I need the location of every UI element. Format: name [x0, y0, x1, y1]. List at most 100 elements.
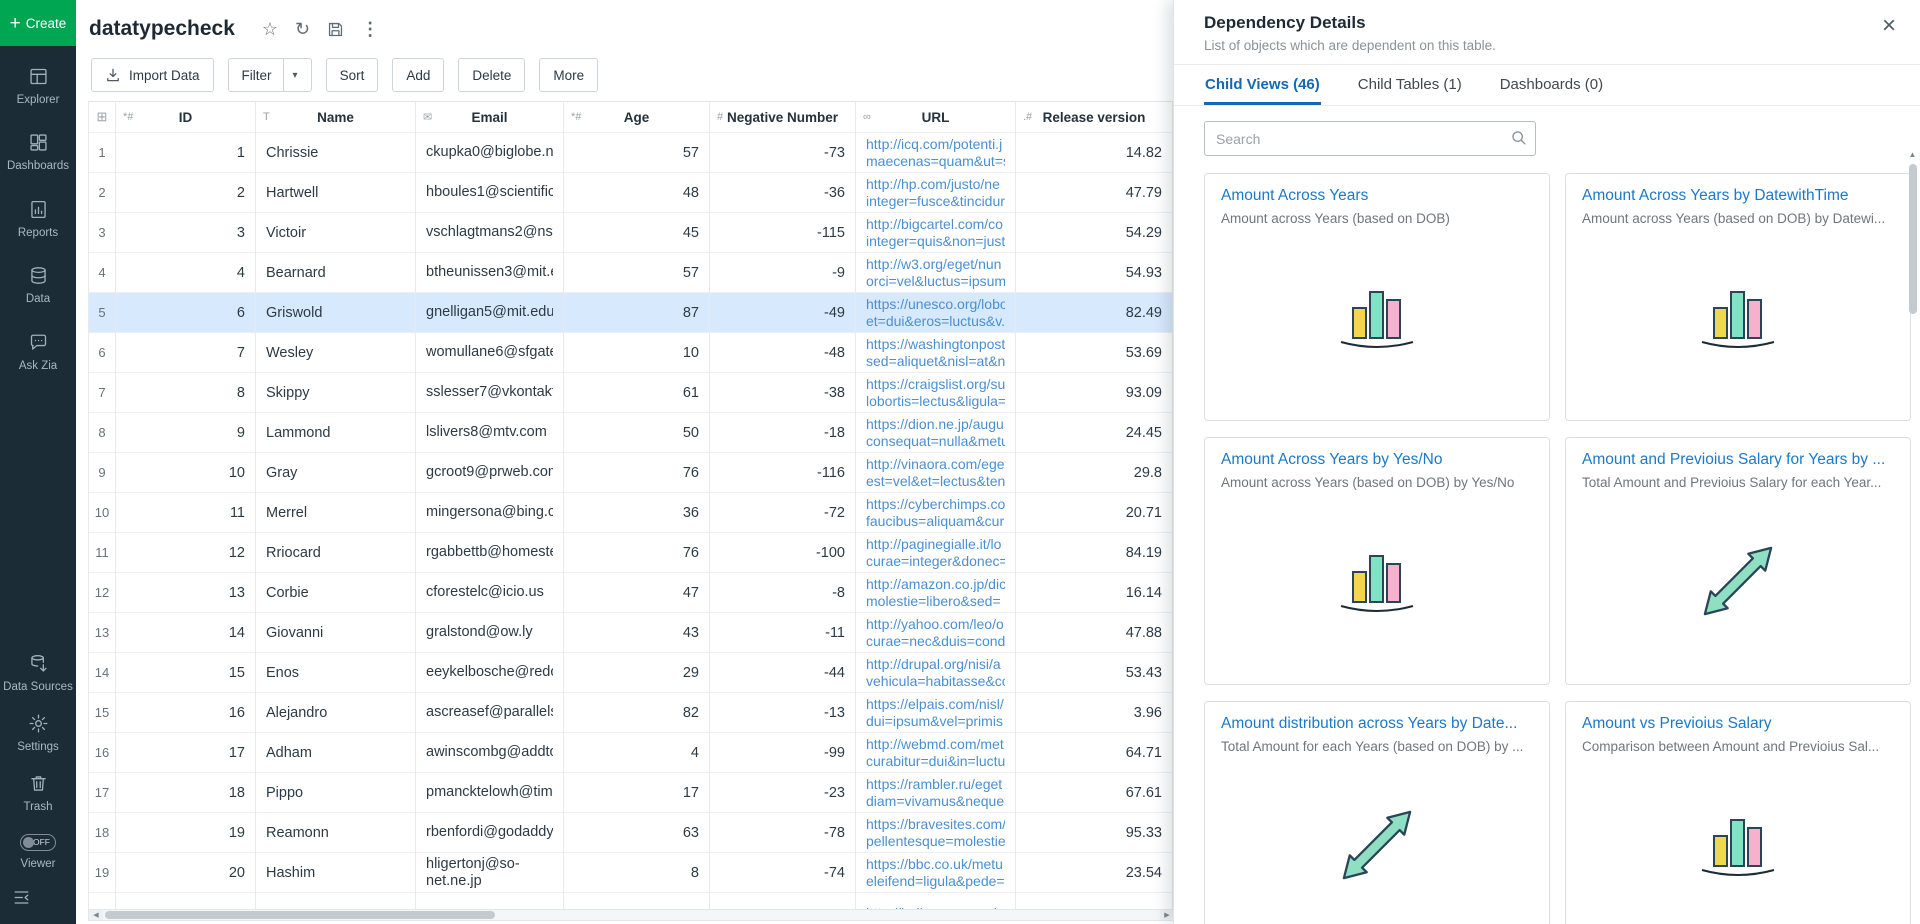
panel-scrollbar-thumb[interactable] — [1909, 164, 1917, 314]
scroll-left-arrow[interactable]: ◀ — [89, 910, 103, 920]
cell-name[interactable]: Wesley — [256, 333, 416, 373]
cell-release-version[interactable]: 67.61 — [1016, 773, 1173, 813]
cell-url[interactable]: https://elpais.com/nisl/dui=ipsum&vel=pr… — [856, 693, 1016, 733]
table-row[interactable]: 1819Reamonnrbenfordi@godaddy.co63-78http… — [88, 813, 1173, 853]
cell-age[interactable]: 47 — [564, 573, 710, 613]
cell-age[interactable]: 36 — [564, 493, 710, 533]
cell-id[interactable]: 20 — [116, 853, 256, 893]
cell-email[interactable]: btheunissen3@mit.edu — [416, 253, 564, 293]
row-number[interactable]: 12 — [88, 573, 116, 613]
column-header-id[interactable]: *#ID — [116, 101, 256, 133]
cell-name[interactable]: Rriocard — [256, 533, 416, 573]
cell-id[interactable]: 12 — [116, 533, 256, 573]
cell-release-version[interactable]: 29.8 — [1016, 453, 1173, 493]
save-icon[interactable] — [327, 21, 344, 38]
table-row[interactable]: 1617Adhamawinscombg@addtoany4-99http://w… — [88, 733, 1173, 773]
sidebar-item-data[interactable]: Data — [0, 257, 76, 314]
import-data-button[interactable]: Import Data — [91, 58, 214, 92]
cell-name[interactable]: Adham — [256, 733, 416, 773]
cell-url[interactable]: https://washingtonpostsed=aliquet&nisl=a… — [856, 333, 1016, 373]
cell-email[interactable]: eeykelbosche@redcros — [416, 653, 564, 693]
cell-id[interactable]: 9 — [116, 413, 256, 453]
cell-url[interactable]: http://amazon.co.jp/dicmolestie=libero&s… — [856, 573, 1016, 613]
cell-age[interactable]: 76 — [564, 533, 710, 573]
cell-email[interactable]: lslivers8@mtv.com — [416, 413, 564, 453]
cell-name[interactable]: Victoir — [256, 213, 416, 253]
cell-negative-number[interactable]: -99 — [710, 733, 856, 773]
cell-age[interactable]: 57 — [564, 253, 710, 293]
cell-release-version[interactable]: 14.82 — [1016, 133, 1173, 173]
cell-url[interactable]: http://icq.com/potenti.jmaecenas=quam&ut… — [856, 133, 1016, 173]
cell-negative-number[interactable]: -36 — [710, 173, 856, 213]
cell-email[interactable]: awinscombg@addtoany — [416, 733, 564, 773]
table-row[interactable]: 33Victoirvschlagtmans2@nsw.go45-115http:… — [88, 213, 1173, 253]
sidebar-item-viewer[interactable]: OFF Viewer — [0, 826, 76, 879]
cell-release-version[interactable]: 24.45 — [1016, 413, 1173, 453]
row-number[interactable]: 13 — [88, 613, 116, 653]
cell-name[interactable]: Merrel — [256, 493, 416, 533]
card-title-link[interactable]: Amount Across Years by Yes/No — [1221, 451, 1533, 469]
tab-dashboards[interactable]: Dashboards (0) — [1499, 65, 1604, 105]
row-number[interactable]: 10 — [88, 493, 116, 533]
filter-button[interactable]: Filter ▾ — [228, 58, 312, 92]
cell-negative-number[interactable]: -73 — [710, 133, 856, 173]
cell-email[interactable]: womullane6@sfgate.co — [416, 333, 564, 373]
sidebar-item-reports[interactable]: Reports — [0, 191, 76, 248]
cell-id[interactable]: 15 — [116, 653, 256, 693]
row-number[interactable]: 18 — [88, 813, 116, 853]
cell-release-version[interactable]: 93.09 — [1016, 373, 1173, 413]
sidebar-item-data-sources[interactable]: Data Sources — [0, 645, 76, 702]
row-number[interactable]: 2 — [88, 173, 116, 213]
cell-negative-number[interactable]: -9 — [710, 253, 856, 293]
cell-id[interactable]: 10 — [116, 453, 256, 493]
cell-email[interactable]: pmancktelowh@timesc — [416, 773, 564, 813]
table-row[interactable]: 910Graygcroot9@prweb.com76-116http://vin… — [88, 453, 1173, 493]
dependency-card[interactable]: Amount Across YearsAmount across Years (… — [1204, 173, 1550, 421]
more-options-kebab-icon[interactable]: ⋮ — [361, 20, 379, 38]
cell-url[interactable]: http://paginegialle.it/locurae=integer&d… — [856, 533, 1016, 573]
table-row[interactable]: 1415Enoseeykelbosche@redcros29-44http://… — [88, 653, 1173, 693]
cell-email[interactable]: rgabbettb@homestead — [416, 533, 564, 573]
cell-release-version[interactable]: 23.54 — [1016, 853, 1173, 893]
card-title-link[interactable]: Amount Across Years by DatewithTime — [1582, 187, 1894, 205]
cell-age[interactable]: 17 — [564, 773, 710, 813]
cell-name[interactable]: Pippo — [256, 773, 416, 813]
cell-url[interactable]: http://drupal.org/nisi/avehicula=habitas… — [856, 653, 1016, 693]
cell-name[interactable]: Gray — [256, 453, 416, 493]
cell-email[interactable]: vschlagtmans2@nsw.go — [416, 213, 564, 253]
cell-name[interactable]: Hartwell — [256, 173, 416, 213]
cell-url[interactable]: https://bbc.co.uk/metueleifend=ligula&pe… — [856, 853, 1016, 893]
filter-dropdown-caret[interactable]: ▾ — [283, 59, 298, 91]
card-title-link[interactable]: Amount and Previoius Salary for Years by… — [1582, 451, 1894, 469]
cell-email[interactable]: hboules1@scientificam — [416, 173, 564, 213]
create-button[interactable]: + Create — [0, 0, 76, 46]
cell-email[interactable]: gcroot9@prweb.com — [416, 453, 564, 493]
cell-id[interactable]: 18 — [116, 773, 256, 813]
table-row[interactable]: 1516Alejandroascreasef@parallels.co82-13… — [88, 693, 1173, 733]
cell-age[interactable]: 63 — [564, 813, 710, 853]
cell-id[interactable]: 13 — [116, 573, 256, 613]
row-number[interactable]: 3 — [88, 213, 116, 253]
table-row[interactable]: 56Griswoldgnelligan5@mit.edu87-49https:/… — [88, 293, 1173, 333]
row-number[interactable]: 5 — [88, 293, 116, 333]
cell-age[interactable]: 50 — [564, 413, 710, 453]
cell-email[interactable]: hligertonj@so-net.ne.jp — [416, 853, 564, 893]
cell-url[interactable]: http://vinaora.com/egeest=vel&et=lectus&… — [856, 453, 1016, 493]
card-title-link[interactable]: Amount distribution across Years by Date… — [1221, 715, 1533, 733]
table-row[interactable]: 1011Merrelmingersona@bing.com36-72https:… — [88, 493, 1173, 533]
cell-url[interactable]: https://craigslist.org/sulobortis=lectus… — [856, 373, 1016, 413]
cell-negative-number[interactable]: -78 — [710, 813, 856, 853]
column-header-name[interactable]: TName — [256, 101, 416, 133]
column-header-email[interactable]: ✉Email — [416, 101, 564, 133]
cell-age[interactable]: 87 — [564, 293, 710, 333]
cell-release-version[interactable]: 64.71 — [1016, 733, 1173, 773]
column-header-url[interactable]: ∞URL — [856, 101, 1016, 133]
search-input[interactable] — [1204, 121, 1536, 156]
cell-age[interactable]: 76 — [564, 453, 710, 493]
cell-name[interactable]: Griswold — [256, 293, 416, 333]
cell-url[interactable]: http://w3.org/eget/nunorci=vel&luctus=ip… — [856, 253, 1016, 293]
dependency-card[interactable]: Amount Across Years by DatewithTimeAmoun… — [1565, 173, 1911, 421]
cell-id[interactable]: 8 — [116, 373, 256, 413]
cell-negative-number[interactable]: -116 — [710, 453, 856, 493]
more-button[interactable]: More — [539, 58, 598, 92]
